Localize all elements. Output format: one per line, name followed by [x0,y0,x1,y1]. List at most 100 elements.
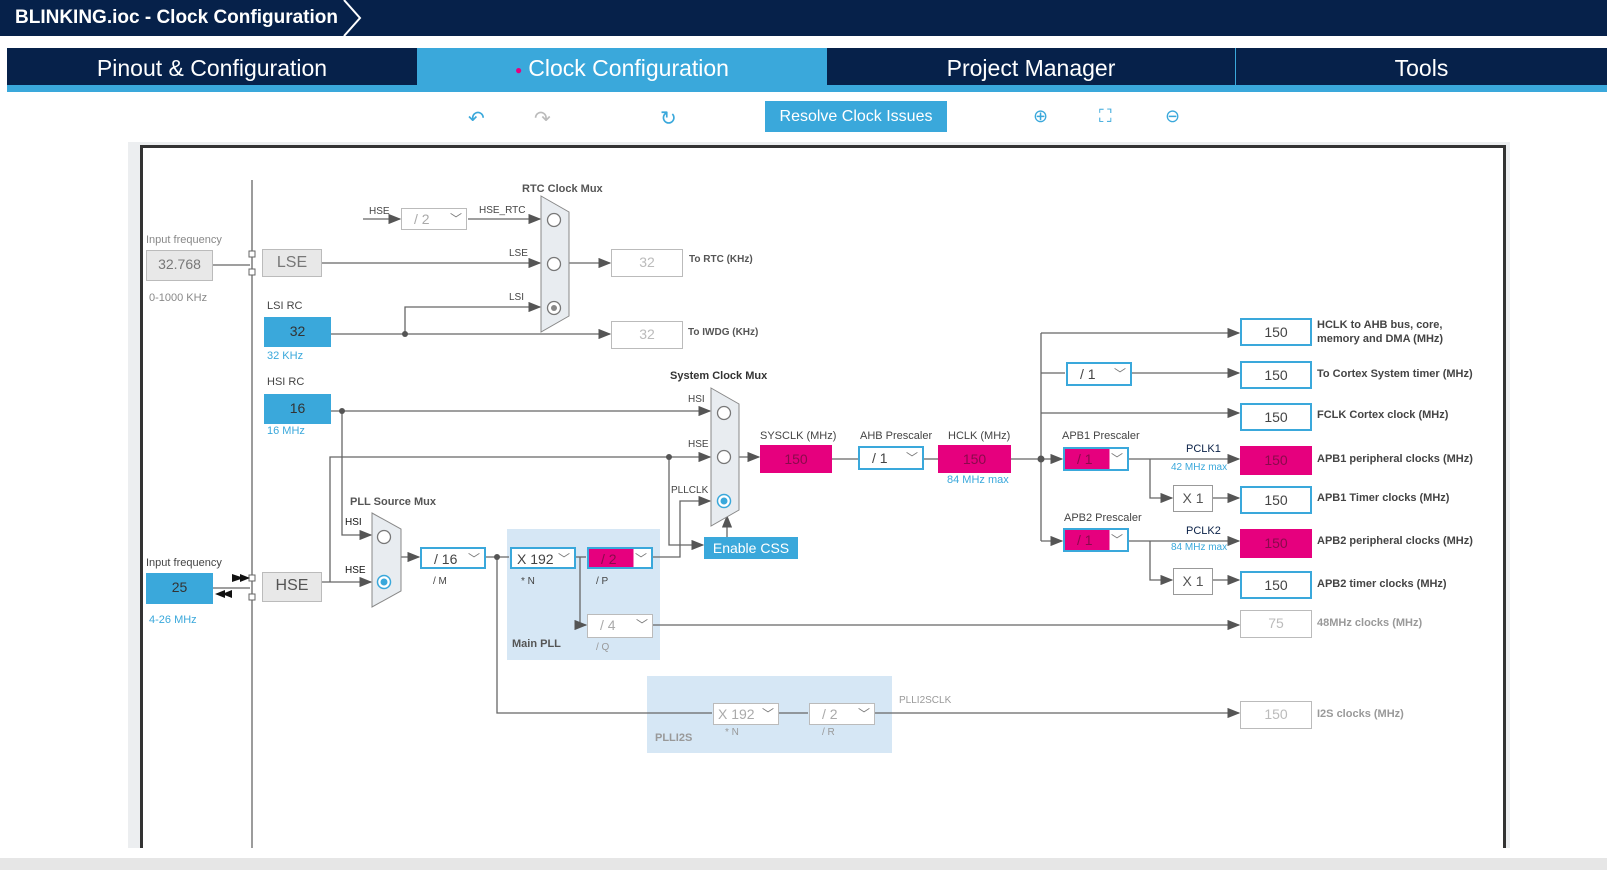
chevron-down-icon: ﹀ [761,707,774,721]
hsi-label: HSI RC [267,376,305,388]
lsi-label: LSI RC [267,300,303,312]
hse-input-label: Input frequency [146,557,222,569]
output-apb2-timer[interactable]: 150 [1240,571,1312,599]
ahb-prescaler[interactable]: / 1 ﹀ [858,446,924,470]
hsi-unit: 16 MHz [267,425,305,437]
rtc-mux-label: RTC Clock Mux [522,183,603,195]
plli2s-r-divider[interactable]: / 2 ﹀ [809,703,875,725]
lse-input-label: Input frequency [146,234,222,246]
pll-hse-label: HSE [345,565,366,576]
output-48mhz-label: 48MHz clocks (MHz) [1317,617,1423,629]
rtc-lsi-label: LSI [509,292,525,303]
pclk1-label: PCLK1 [1186,443,1221,455]
sysmux-hsi-label: HSI [688,394,705,405]
plli2sclk-label: PLLI2SCLK [899,695,952,706]
output-48mhz: 75 [1240,610,1312,638]
output-fclk-label: FCLK Cortex clock (MHz) [1317,409,1449,421]
rtc-hse-divider[interactable]: / 2 ﹀ [401,208,467,230]
plli2s-label: PLLI2S [655,732,693,744]
sysmux-pllclk-label: PLLCLK [671,485,709,496]
pll-q-divider[interactable]: / 4 ﹀ [587,614,653,638]
chevron-down-icon: ﹀ [557,552,570,566]
lse-range: 0-1000 KHz [149,292,208,304]
pll-n-label: * N [521,576,535,587]
apb2-timer-multiplier: X 1 [1173,568,1213,595]
iwdg-output-label: To IWDG (KHz) [688,327,759,338]
chevron-down-icon: ﹀ [449,212,462,226]
hse-rtc-label: HSE_RTC [479,205,526,216]
rtc-output-value: 32 [611,249,683,277]
hclk-max: 84 MHz max [947,474,1009,486]
pll-m-divider[interactable]: / 16 ﹀ [420,547,486,569]
output-apb1-timer-label: APB1 Timer clocks (MHz) [1317,492,1450,504]
lse-input-frequency[interactable]: 32.768 [146,250,213,281]
rtc-output-label: To RTC (KHz) [689,254,753,265]
hclk-value[interactable]: 150 [938,445,1011,473]
output-cortex-timer[interactable]: 150 [1240,361,1312,389]
pll-m-label: / M [433,576,447,587]
value: / 4 [600,617,616,633]
value: / 16 [434,551,458,567]
output-i2s: 150 [1240,701,1312,729]
pll-p-divider[interactable]: / 2 ﹀ [587,547,653,569]
apb2-prescaler-label: APB2 Prescaler [1064,512,1142,524]
value: / 2 [822,706,838,722]
hse-range: 4-26 MHz [149,614,197,626]
output-apb2-timer-label: APB2 timer clocks (MHz) [1317,578,1447,590]
value: X 192 [718,706,755,722]
pll-radio-hsi[interactable] [376,529,392,545]
output-apb1-peripheral-label: APB1 peripheral clocks (MHz) [1317,453,1473,465]
iwdg-output-value: 32 [611,321,683,349]
value: / 1 [872,450,888,466]
rtc-radio-hse[interactable] [546,212,562,228]
value: / 2 [601,551,617,567]
system-mux-label: System Clock Mux [670,370,768,382]
plli2s-r-label: / R [822,727,835,738]
output-apb1-timer[interactable]: 150 [1240,486,1312,514]
enable-css-button[interactable]: Enable CSS [704,537,798,559]
apb1-timer-multiplier: X 1 [1173,485,1213,512]
pclk2-max: 84 MHz max [1171,542,1228,553]
apb2-prescaler[interactable]: / 1 ﹀ [1063,528,1129,552]
sysclk-value[interactable]: 150 [760,445,832,473]
chevron-down-icon: ﹀ [635,618,648,632]
chevron-down-icon: ﹀ [1113,367,1126,381]
rtc-lse-label: LSE [509,248,528,259]
cortex-timer-divider[interactable]: / 1 ﹀ [1066,362,1132,386]
lse-block: LSE [262,249,322,277]
pclk2-label: PCLK2 [1186,525,1221,537]
apb1-prescaler-label: APB1 Prescaler [1062,430,1140,442]
output-hclk-ahb[interactable]: 150 [1240,318,1312,346]
chevron-down-icon: ﹀ [905,451,918,465]
lsi-value: 32 [264,317,331,347]
pll-hsi-label: HSI [345,517,362,528]
output-apb2-peripheral[interactable]: 150 [1240,529,1312,558]
lsi-unit: 32 KHz [267,350,304,362]
plli2s-n-multiplier[interactable]: X 192 ﹀ [713,703,779,725]
output-apb1-peripheral[interactable]: 150 [1240,446,1312,475]
apb1-prescaler[interactable]: / 1 ﹀ [1063,447,1129,471]
sysclk-radio-hsi[interactable] [716,405,732,421]
value: X 192 [517,551,554,567]
value: / 1 [1077,532,1093,548]
pll-source-mux-label: PLL Source Mux [350,496,436,508]
hsi-value: 16 [264,394,331,424]
pll-q-label: / Q [596,642,610,653]
pll-n-multiplier[interactable]: X 192 ﹀ [510,547,576,569]
value: / 1 [1080,366,1096,382]
ahb-prescaler-label: AHB Prescaler [860,430,933,442]
pll-source-mux [371,512,402,608]
output-fclk[interactable]: 150 [1240,403,1312,431]
main-pll-label: Main PLL [512,638,561,650]
pclk1-max: 42 MHz max [1171,462,1228,473]
rtc-hse-label: HSE [369,206,390,217]
output-apb2-peripheral-label: APB2 peripheral clocks (MHz) [1317,535,1473,547]
output-i2s-label: I2S clocks (MHz) [1317,708,1404,720]
plli2s-n-label: * N [725,727,739,738]
hse-input-frequency[interactable]: 25 [146,573,213,604]
sysclk-radio-hse[interactable] [716,449,732,465]
chevron-down-icon: ﹀ [634,552,647,566]
output-hclk-ahb-label: HCLK to AHB bus, core, memory and DMA (M… [1317,319,1444,345]
value: / 1 [1077,451,1093,467]
rtc-radio-lse[interactable] [546,256,562,272]
